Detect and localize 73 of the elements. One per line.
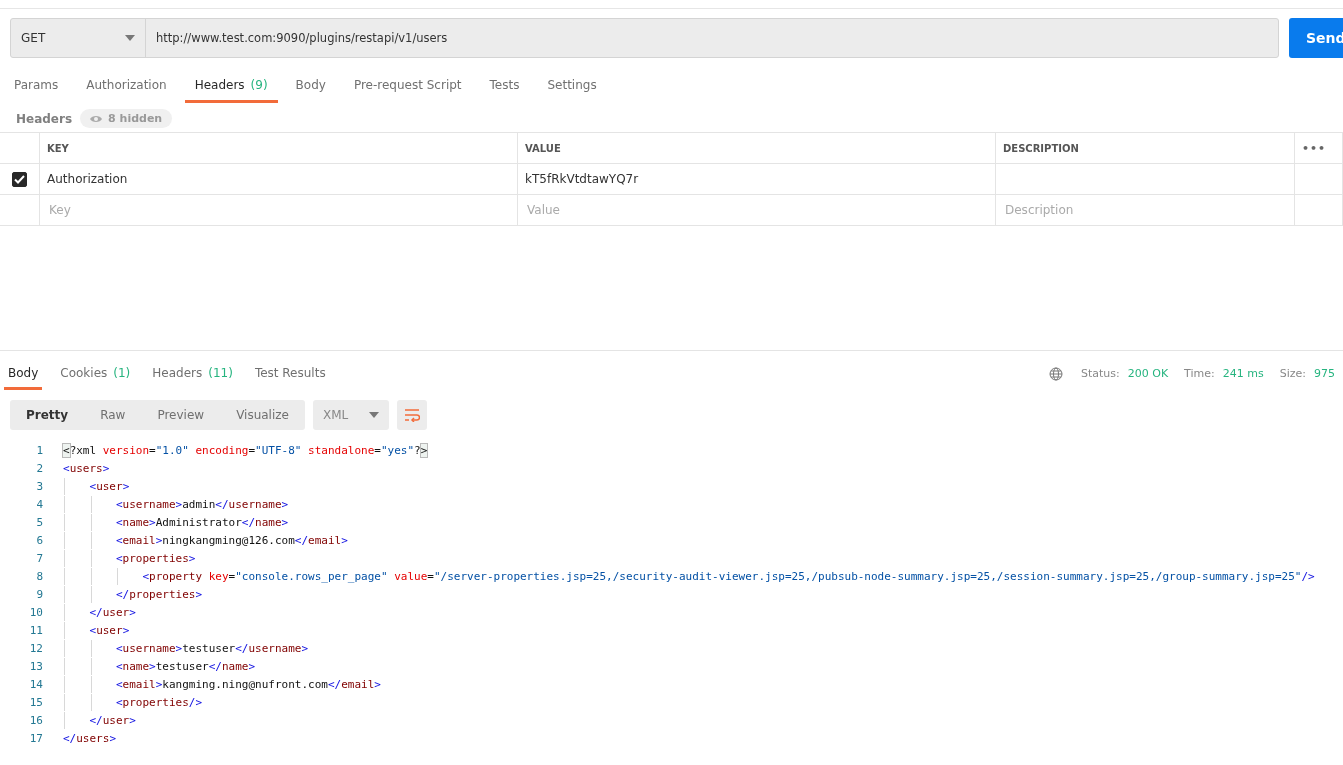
eye-icon [90, 114, 103, 123]
code-line: <email>kangming.ning@nufront.com</email> [63, 677, 381, 691]
request-tab[interactable]: Params [4, 70, 69, 103]
line-number: 5 [35, 515, 43, 529]
request-tab[interactable]: Tests [479, 70, 530, 103]
line-number: 10 [28, 605, 43, 619]
code-line: <properties> [63, 551, 196, 565]
code-line: <user> [63, 623, 130, 637]
view-mode-tab[interactable]: Raw [84, 400, 142, 430]
code-line: <user> [63, 479, 130, 493]
line-number: 6 [35, 533, 43, 547]
line-number: 12 [28, 641, 43, 655]
request-tab[interactable]: Settings [537, 70, 607, 103]
column-header: KEY [40, 133, 518, 164]
value-input[interactable]: Value [525, 202, 988, 218]
line-number: 3 [35, 479, 43, 493]
code-line: </users> [63, 731, 116, 745]
request-tab[interactable]: Body [285, 70, 336, 103]
wrap-icon [403, 408, 420, 422]
line-number: 9 [35, 587, 43, 601]
more-button[interactable]: ••• [1302, 141, 1327, 155]
code-line: <properties/> [63, 695, 203, 709]
line-number: 7 [35, 551, 43, 565]
line-number: 16 [28, 713, 43, 727]
meta-label: Time: [1184, 367, 1215, 380]
line-number: 14 [28, 677, 43, 691]
response-tab[interactable]: Test Results [250, 358, 330, 390]
code-line: <name>testuser</name> [63, 659, 256, 673]
code-line: <username>admin</username> [63, 497, 289, 511]
key-cell[interactable]: Authorization [40, 164, 518, 195]
key-input[interactable]: Key [47, 202, 510, 218]
code-line: </user> [63, 605, 136, 619]
line-number: 8 [35, 569, 43, 583]
response-tab[interactable]: Headers (11) [148, 358, 237, 390]
column-header: DESCRIPTION [996, 133, 1295, 164]
code-line: </properties> [63, 587, 203, 601]
globe-icon[interactable] [1048, 366, 1063, 381]
code-line: <?xml version="1.0" encoding="UTF-8" standalone="yes"?> [63, 443, 428, 457]
meta-label: Size: [1279, 367, 1306, 380]
value-cell[interactable]: kT5fRkVtdtawYQ7r [518, 164, 996, 195]
line-number: 4 [35, 497, 43, 511]
checkbox[interactable] [12, 171, 27, 187]
request-tab[interactable]: Authorization [76, 70, 177, 103]
code-line: <users> [63, 461, 110, 475]
meta-label: Status: [1080, 367, 1120, 380]
line-number: 11 [28, 623, 43, 637]
meta-value: 241 ms [1222, 367, 1264, 380]
request-tab[interactable]: Headers (9) [184, 70, 278, 103]
wrap-button[interactable] [396, 400, 427, 430]
meta-value: 975 [1314, 367, 1335, 380]
view-mode-tab[interactable]: Pretty [10, 400, 85, 430]
response-tab[interactable]: Cookies (1) [56, 358, 135, 390]
code-line: <email>ningkangming@126.com</email> [63, 533, 348, 547]
code-line: <username>testuser</username> [63, 641, 309, 655]
format-dropdown[interactable]: XML [312, 400, 389, 430]
request-tab[interactable]: Pre-request Script [343, 70, 472, 103]
response-tab[interactable]: Body [4, 358, 43, 390]
line-number: 15 [28, 695, 43, 709]
meta-value: 200 OK [1127, 367, 1169, 380]
code-line: <name>Administrator</name> [63, 515, 289, 529]
description-input[interactable]: Description [1003, 202, 1287, 218]
line-number: 17 [28, 731, 43, 745]
line-number: 2 [35, 461, 43, 475]
description-cell[interactable] [996, 164, 1295, 195]
view-mode-tab[interactable]: Preview [141, 400, 221, 430]
code-line: </user> [63, 713, 136, 727]
column-header: VALUE [518, 133, 996, 164]
line-number: 1 [35, 443, 43, 457]
line-number: 13 [28, 659, 43, 673]
code-line: <property key="console.rows_per_page" value="/server-properties.jsp=25,/security-audit-viewer.jsp=25,/pubsub-node-summary.jsp=25,/session-summary.jsp=25,/group-summary.jsp=25"/> [63, 569, 1315, 583]
view-mode-tab[interactable]: Visualize [220, 400, 305, 430]
headers-title: Headers [16, 111, 73, 126]
caret-icon [368, 412, 379, 418]
